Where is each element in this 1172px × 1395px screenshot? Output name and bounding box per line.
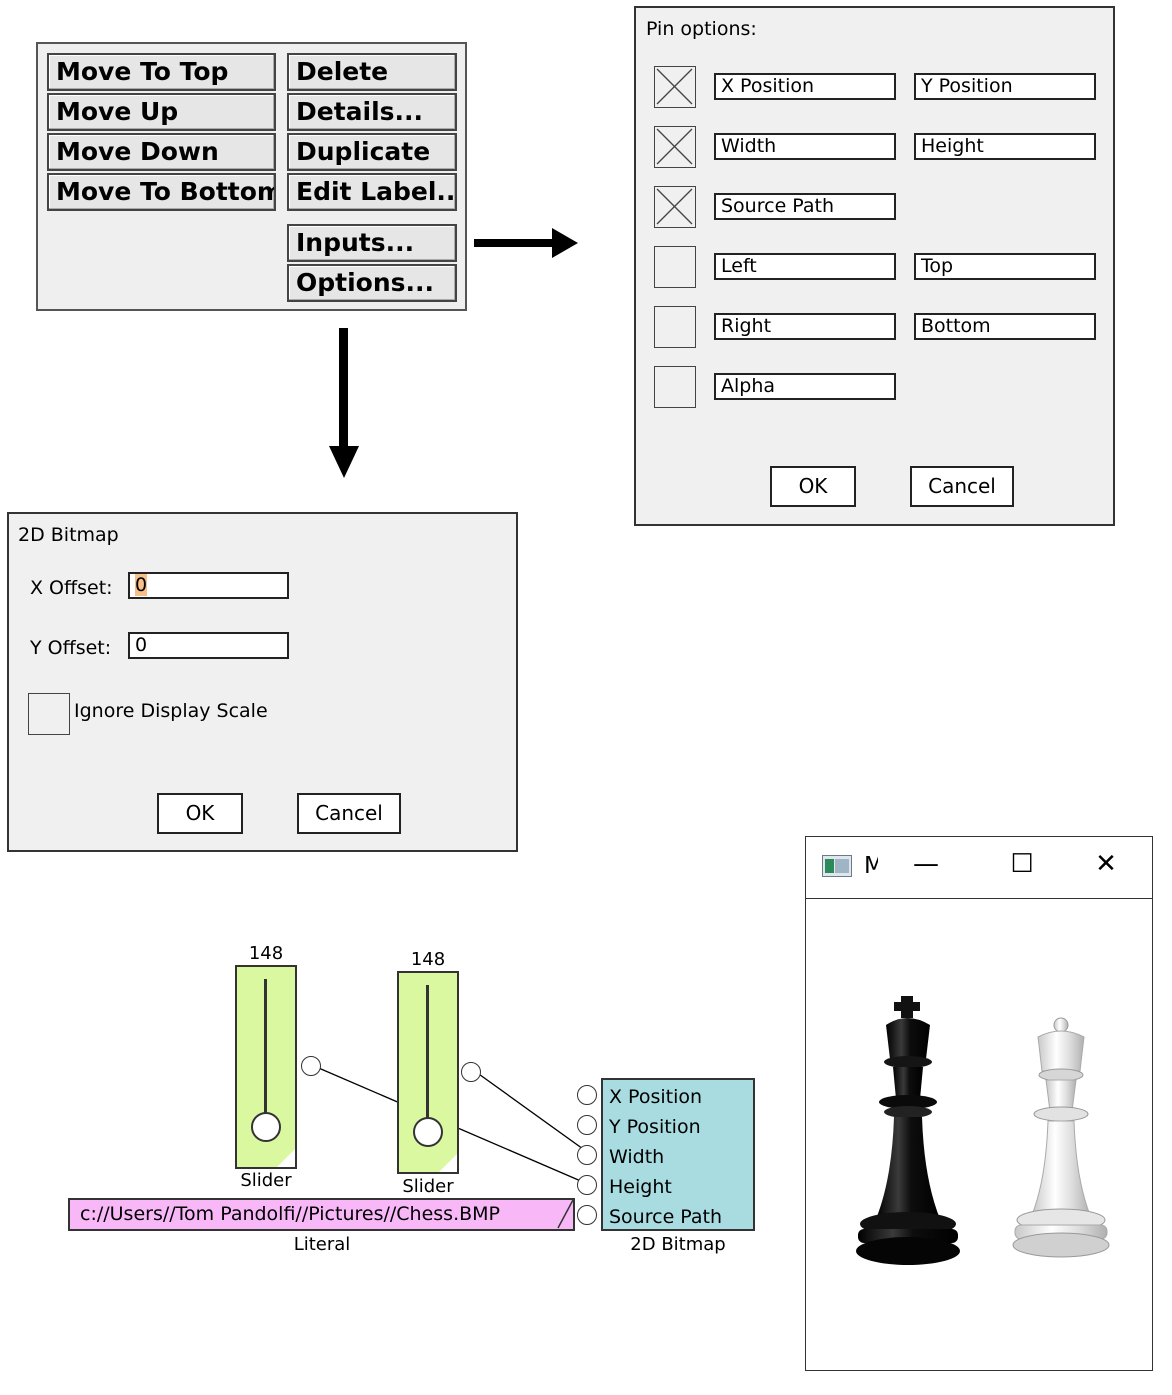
app-window-icon (822, 855, 852, 877)
pin-label-y-position: Y Position (609, 1116, 701, 1138)
maximize-icon[interactable]: ☐ (1002, 849, 1042, 879)
slider1-output-pin[interactable] (301, 1056, 321, 1076)
resize-corner[interactable] (277, 1149, 295, 1167)
window-title: M (864, 853, 878, 879)
close-icon[interactable]: ✕ (1086, 849, 1126, 879)
width-input-pin[interactable] (577, 1145, 597, 1165)
slider-2[interactable] (397, 971, 459, 1174)
source-path-input-pin[interactable] (577, 1205, 597, 1225)
slider-1[interactable] (235, 965, 297, 1169)
pin-label-source-path: Source Path (609, 1206, 723, 1228)
literal-label: Literal (293, 1234, 351, 1255)
slider2-value: 148 (410, 949, 446, 970)
output-window: M — ☐ ✕ (805, 836, 1153, 1371)
height-input-pin[interactable] (577, 1175, 597, 1195)
slider1-value: 148 (248, 943, 284, 964)
pin-label-width: Width (609, 1146, 665, 1168)
x-position-input-pin[interactable] (577, 1085, 597, 1105)
pin-label-height: Height (609, 1176, 672, 1198)
resize-corner (557, 1199, 574, 1229)
minimize-icon[interactable]: — (906, 849, 946, 879)
window-titlebar[interactable]: M — ☐ ✕ (806, 837, 1152, 899)
resize-corner[interactable] (439, 1154, 457, 1172)
slider-knob[interactable] (251, 1112, 281, 1142)
black-king-piece (856, 996, 960, 1265)
wire-slider2-width (475, 1071, 591, 1155)
white-queen-piece (1012, 1017, 1110, 1258)
slider2-label: Slider (402, 1176, 454, 1197)
slider1-label: Slider (240, 1170, 292, 1191)
slider-knob[interactable] (413, 1117, 443, 1147)
y-position-input-pin[interactable] (577, 1115, 597, 1135)
pin-label-x-position: X Position (609, 1086, 703, 1108)
bitmap-block-label: 2D Bitmap (630, 1234, 726, 1255)
slider-track (426, 985, 429, 1120)
slider-track (264, 979, 267, 1115)
chess-bitmap-image (856, 996, 1110, 1265)
literal-block[interactable]: c://Users//Tom Pandolfi//Pictures//Chess… (68, 1198, 575, 1231)
bitmap-block[interactable]: X Position Y Position Width Height Sourc… (601, 1078, 755, 1231)
slider2-output-pin[interactable] (461, 1062, 481, 1082)
